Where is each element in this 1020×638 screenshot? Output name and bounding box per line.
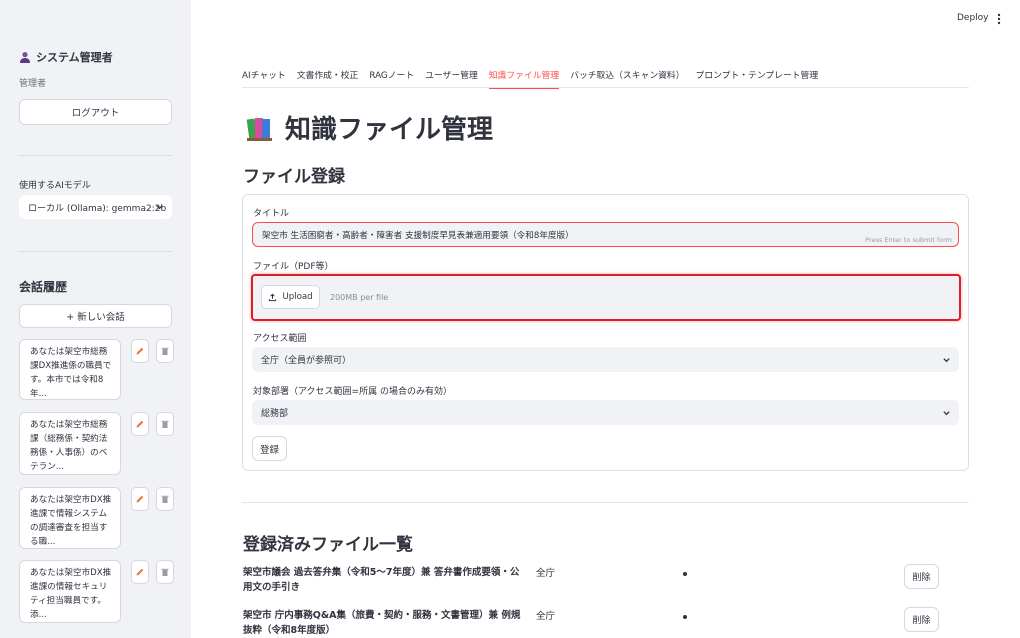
upload-button[interactable]: Upload (261, 285, 320, 309)
title-input[interactable]: 架空市 生活困窮者・高齢者・障害者 支援制度早見表兼適用要領（令和8年度版） P… (252, 222, 959, 247)
new-chat-button[interactable]: + 新しい会話 (19, 304, 172, 328)
title-label: タイトル (253, 209, 290, 219)
model-select[interactable]: ローカル (Ollama): gemma2:2b (19, 195, 172, 219)
file-name: 架空市議会 過去答弁集（令和5〜7年度）兼 答弁書作成要領・公用文の手引き (243, 567, 520, 593)
register-section-title: ファイル登録 (243, 167, 345, 187)
sidebar-divider (19, 251, 172, 252)
chevron-down-icon (943, 357, 950, 362)
page-title: 知識ファイル管理 (245, 109, 493, 146)
list-section-title: 登録済みファイル一覧 (243, 535, 413, 555)
tab-prompt-templates[interactable]: プロンプト・テンプレート管理 (696, 68, 819, 89)
trash-icon (161, 420, 169, 428)
sidebar: システム管理者 管理者 ログアウト 使用するAIモデル ローカル (Ollama… (0, 0, 191, 638)
tab-rag-notes[interactable]: RAGノート (369, 68, 414, 89)
books-icon (246, 117, 272, 141)
tab-document-writing[interactable]: 文書作成・校正 (297, 68, 359, 89)
title-input-value: 架空市 生活困窮者・高齢者・障害者 支援制度早見表兼適用要領（令和8年度版） (262, 230, 574, 241)
access-label: アクセス範囲 (253, 334, 307, 344)
sidebar-divider (19, 155, 172, 156)
edit-button[interactable] (131, 487, 149, 511)
deploy-button[interactable]: Deploy (957, 13, 989, 23)
file-label: ファイル（PDF等） (253, 262, 334, 272)
upload-icon (269, 293, 277, 301)
file-uploader[interactable]: Upload 200MB per file (251, 274, 961, 321)
department-label: 対象部署（アクセス範囲=所属 の場合のみ有効） (253, 387, 452, 397)
delete-file-button[interactable]: 削除 (904, 564, 939, 589)
delete-conversation-button[interactable] (156, 339, 174, 363)
edit-button[interactable] (131, 339, 149, 363)
department-select[interactable]: 総務部 (252, 400, 959, 425)
tab-ai-chat[interactable]: AIチャット (242, 68, 286, 89)
trash-icon (161, 568, 169, 576)
user-info: システム管理者 (19, 49, 113, 65)
user-name: システム管理者 (36, 51, 113, 64)
bullet-icon (683, 572, 687, 576)
chevron-down-icon (943, 410, 950, 415)
edit-button[interactable] (131, 412, 149, 436)
logout-button[interactable]: ログアウト (19, 99, 172, 125)
tab-bar: AIチャット 文書作成・校正 RAGノート ユーザー管理 知識ファイル管理 バッ… (242, 68, 829, 89)
pencil-icon (136, 420, 144, 428)
pencil-icon (136, 495, 144, 503)
bullet-icon (683, 615, 687, 619)
chevron-down-icon (156, 205, 163, 210)
trash-icon (161, 347, 169, 355)
model-label: 使用するAIモデル (19, 181, 91, 191)
file-scope: 全庁 (536, 568, 556, 579)
edit-button[interactable] (131, 560, 149, 584)
delete-conversation-button[interactable] (156, 487, 174, 511)
trash-icon (161, 495, 169, 503)
model-select-value: ローカル (Ollama): gemma2:2b (28, 203, 167, 214)
tab-batch-import[interactable]: バッチ取込（スキャン資料） (570, 68, 684, 89)
user-icon (20, 52, 30, 63)
pencil-icon (136, 347, 144, 355)
delete-conversation-button[interactable] (156, 412, 174, 436)
page-title-text: 知識ファイル管理 (285, 115, 494, 145)
conversation-item[interactable]: あなたは架空市総務課DX推進係の職員です。本市では令和8年... (19, 339, 121, 400)
conversation-item[interactable]: あなたは架空市総務課（総務係・契約法務係・人事係）のベテラン... (19, 412, 121, 475)
access-select-value: 全庁（全員が参照可） (261, 356, 352, 366)
conversation-item[interactable]: あなたは架空市DX推進課で情報システムの調達審査を担当する職... (19, 487, 121, 549)
access-select[interactable]: 全庁（全員が参照可） (252, 347, 959, 372)
register-button[interactable]: 登録 (252, 436, 287, 461)
pencil-icon (136, 568, 144, 576)
upload-button-label: Upload (282, 292, 313, 302)
delete-conversation-button[interactable] (156, 560, 174, 584)
delete-file-button[interactable]: 削除 (904, 607, 939, 632)
upload-limit: 200MB per file (330, 293, 389, 302)
more-menu-icon[interactable] (995, 12, 1003, 26)
section-divider (242, 502, 969, 503)
history-title: 会話履歴 (19, 280, 68, 294)
tab-knowledge-files[interactable]: 知識ファイル管理 (488, 68, 560, 89)
user-role: 管理者 (19, 79, 47, 89)
conversation-item[interactable]: あなたは架空市DX推進課の情報セキュリティ担当職員です。添... (19, 560, 121, 623)
file-name: 架空市 庁内事務Q&A集（旅費・契約・服務・文書管理）兼 例規抜粋（令和8年度版… (243, 610, 521, 636)
tab-user-management[interactable]: ユーザー管理 (425, 68, 478, 89)
department-select-value: 総務部 (261, 409, 289, 419)
tab-underline (242, 87, 969, 88)
submit-hint: Press Enter to submit form (865, 236, 952, 244)
file-scope: 全庁 (536, 611, 556, 622)
